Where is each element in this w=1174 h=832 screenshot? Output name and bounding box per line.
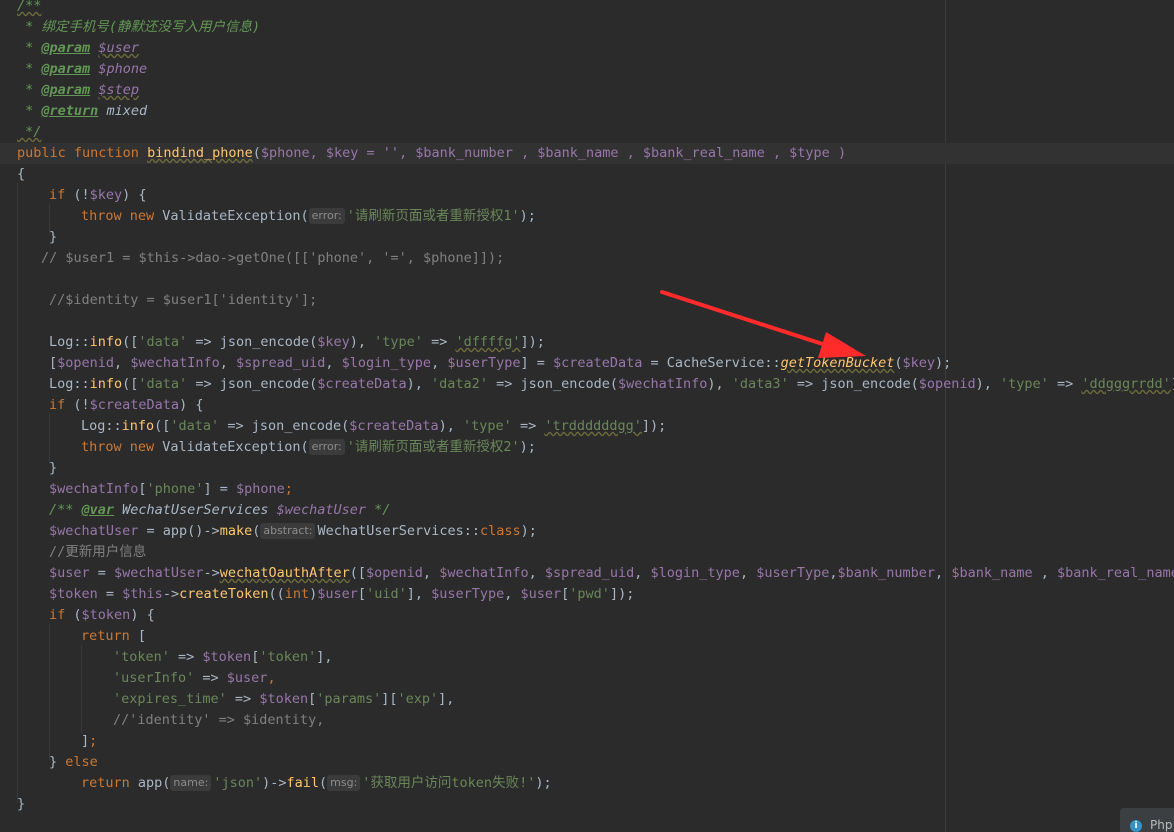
toast-label: Php [1150, 818, 1173, 832]
annotation-arrow [660, 290, 866, 358]
arrow-head [818, 332, 866, 358]
notification-toast[interactable]: i Php [1120, 808, 1174, 832]
code-editor[interactable]: /** * 绑定手机号(静默还没写入用户信息) * @param $user *… [0, 0, 1174, 832]
arrow-shaft [660, 290, 840, 351]
info-icon: i [1130, 820, 1142, 832]
